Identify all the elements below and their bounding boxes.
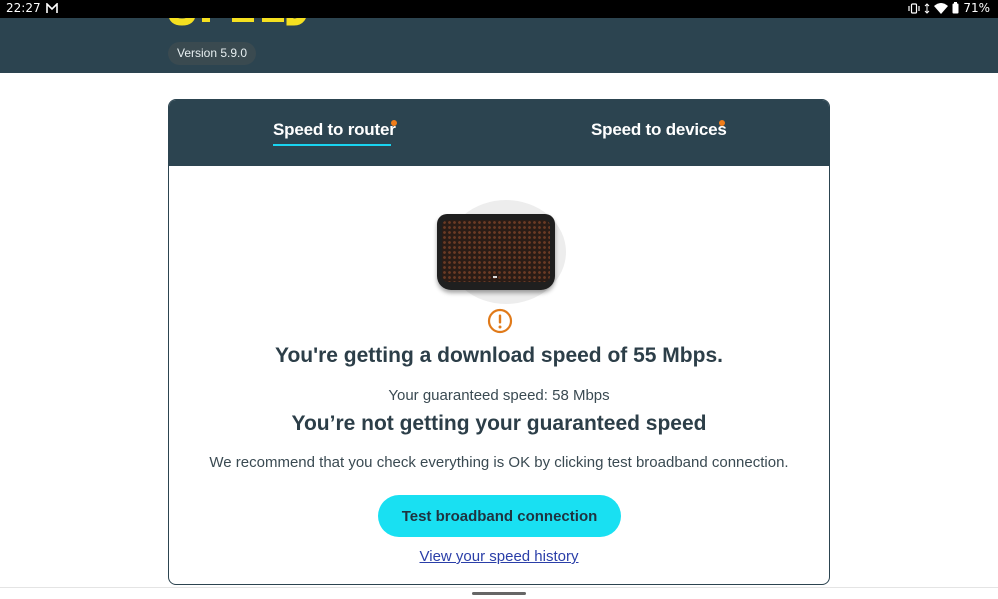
router-led [493,276,497,278]
test-broadband-button[interactable]: Test broadband connection [378,495,621,537]
tab-devices-notification-dot [719,120,725,126]
recommendation-text: We recommend that you check everything i… [209,454,789,471]
tab-speed-to-devices[interactable]: Speed to devices [591,120,727,140]
speed-card: Speed to router Speed to devices You're … [168,99,830,585]
app-header: Version 5.9.0 [0,18,998,73]
router-grille [442,220,550,282]
active-tab-indicator [273,144,391,146]
tab-speed-to-router[interactable]: Speed to router [273,120,396,140]
home-indicator[interactable] [472,592,526,595]
download-speed-headline: You're getting a download speed of 55 Mb… [275,344,723,367]
status-icons: 71% [908,1,990,15]
guaranteed-speed-text: Your guaranteed speed: 58 Mbps [388,387,610,404]
bottom-divider [0,587,998,588]
router-device [437,214,555,290]
exclamation-circle-icon [487,308,513,334]
wifi-icon [934,2,949,14]
battery-percentage: 71% [963,1,990,15]
status-bar: 22:27 71% [0,0,998,18]
brand-logo [169,18,306,26]
speed-status-message: You’re not getting your guaranteed speed [291,412,707,435]
tab-router-notification-dot [391,120,397,126]
data-arrows-icon [924,2,930,14]
speed-tabs: Speed to router Speed to devices [169,100,829,166]
router-image [434,200,566,310]
vibrate-icon [908,2,920,14]
version-badge: Version 5.9.0 [168,42,257,65]
speed-history-link[interactable]: View your speed history [169,548,829,565]
gmail-icon [46,3,58,13]
status-time: 22:27 [6,1,41,15]
battery-icon [952,2,959,14]
